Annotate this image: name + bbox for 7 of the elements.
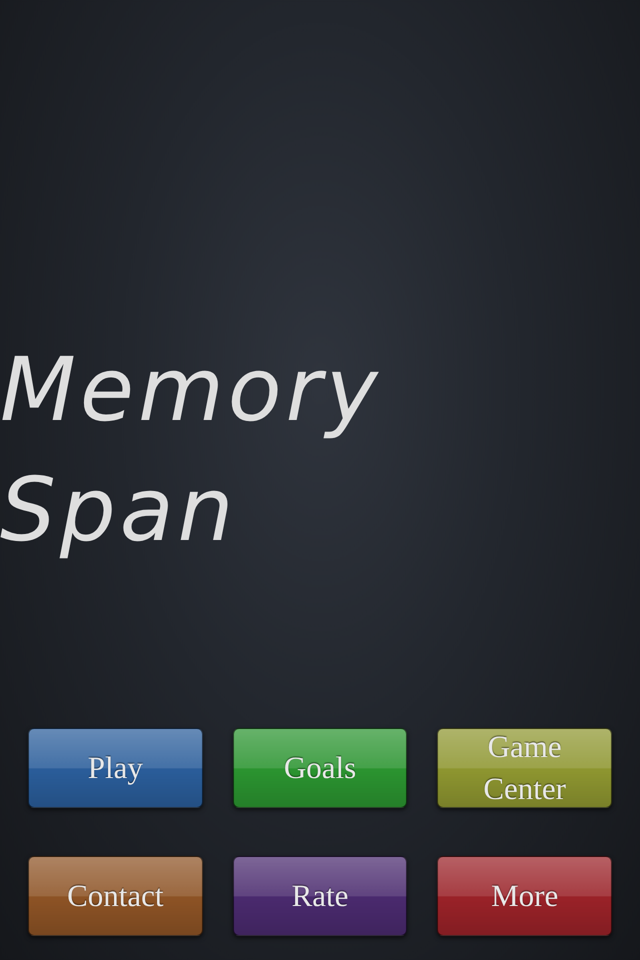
menu-button[interactable]: Goals [232,728,408,808]
menu-button[interactable]: Contact [28,856,203,936]
menu-button[interactable]: Rate [232,856,408,936]
menu-button[interactable]: Play [28,728,203,808]
menu-button[interactable]: More [437,856,612,936]
app-title: Memory Span [0,337,383,563]
menu-button[interactable]: Game Center [437,728,612,808]
